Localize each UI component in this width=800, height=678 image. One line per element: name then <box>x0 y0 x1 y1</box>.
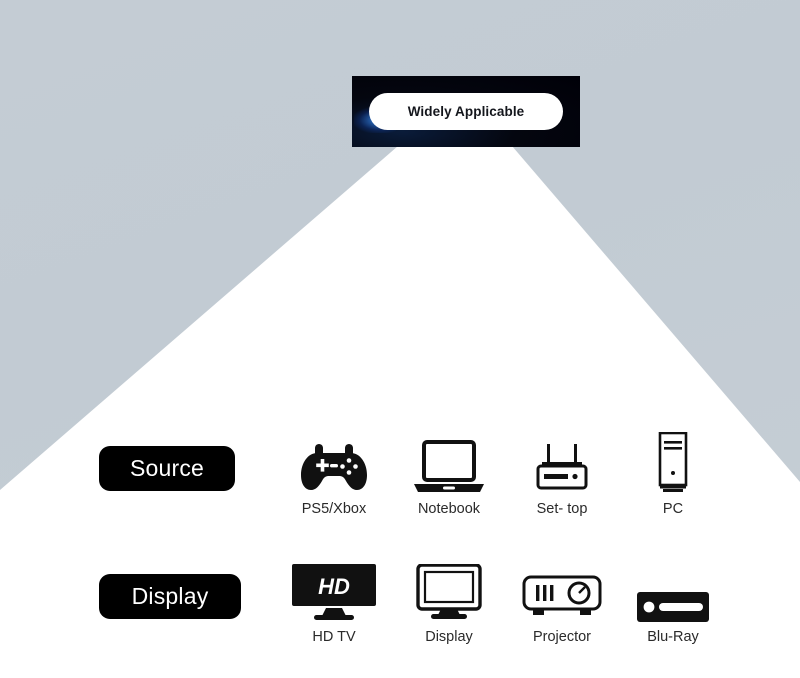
row-tag-source-label: Source <box>129 455 205 481</box>
device-label: Display <box>425 629 473 645</box>
device-cell-notebook[interactable]: Notebook <box>389 424 509 517</box>
device-cell-display[interactable]: Display <box>389 552 509 645</box>
monitor-icon <box>389 552 509 622</box>
row-tag-display-label: Display <box>131 583 209 609</box>
device-label: HD TV <box>312 629 356 645</box>
hd-tv-icon: HD <box>274 552 394 622</box>
desktop-tower-icon <box>613 424 733 494</box>
device-label: Set- top <box>536 501 588 517</box>
badge-label: Widely Applicable <box>407 104 525 119</box>
device-cell-blu-ray[interactable]: Blu-Ray <box>613 552 733 645</box>
device-label: Projector <box>532 629 592 645</box>
device-cell-projector[interactable]: Projector <box>502 552 622 645</box>
set-top-box-icon <box>502 424 622 494</box>
device-cell-ps5-xbox[interactable]: PS5/Xbox <box>274 424 394 517</box>
device-cell-pc[interactable]: PC <box>613 424 733 517</box>
row-tag-source: Source <box>99 446 235 491</box>
device-label: PC <box>662 501 684 517</box>
projector-icon <box>502 552 622 622</box>
device-label: Blu-Ray <box>647 629 699 645</box>
laptop-icon <box>389 424 509 494</box>
row-tag-display: Display <box>99 574 241 619</box>
device-cell-set-top[interactable]: Set- top <box>502 424 622 517</box>
device-label: PS5/Xbox <box>301 501 367 517</box>
gamepad-icon <box>274 424 394 494</box>
device-cell-hd-tv[interactable]: HD HD TV <box>274 552 394 645</box>
hd-screen-text: HD <box>318 574 350 599</box>
banner-header: Widely Applicable <box>352 76 580 147</box>
promo-graphic: Widely Applicable Source PS5/Xbox Notebo… <box>0 0 800 678</box>
blu-ray-player-icon <box>613 552 733 622</box>
device-label: Notebook <box>417 501 481 517</box>
widely-applicable-badge[interactable]: Widely Applicable <box>369 93 563 130</box>
